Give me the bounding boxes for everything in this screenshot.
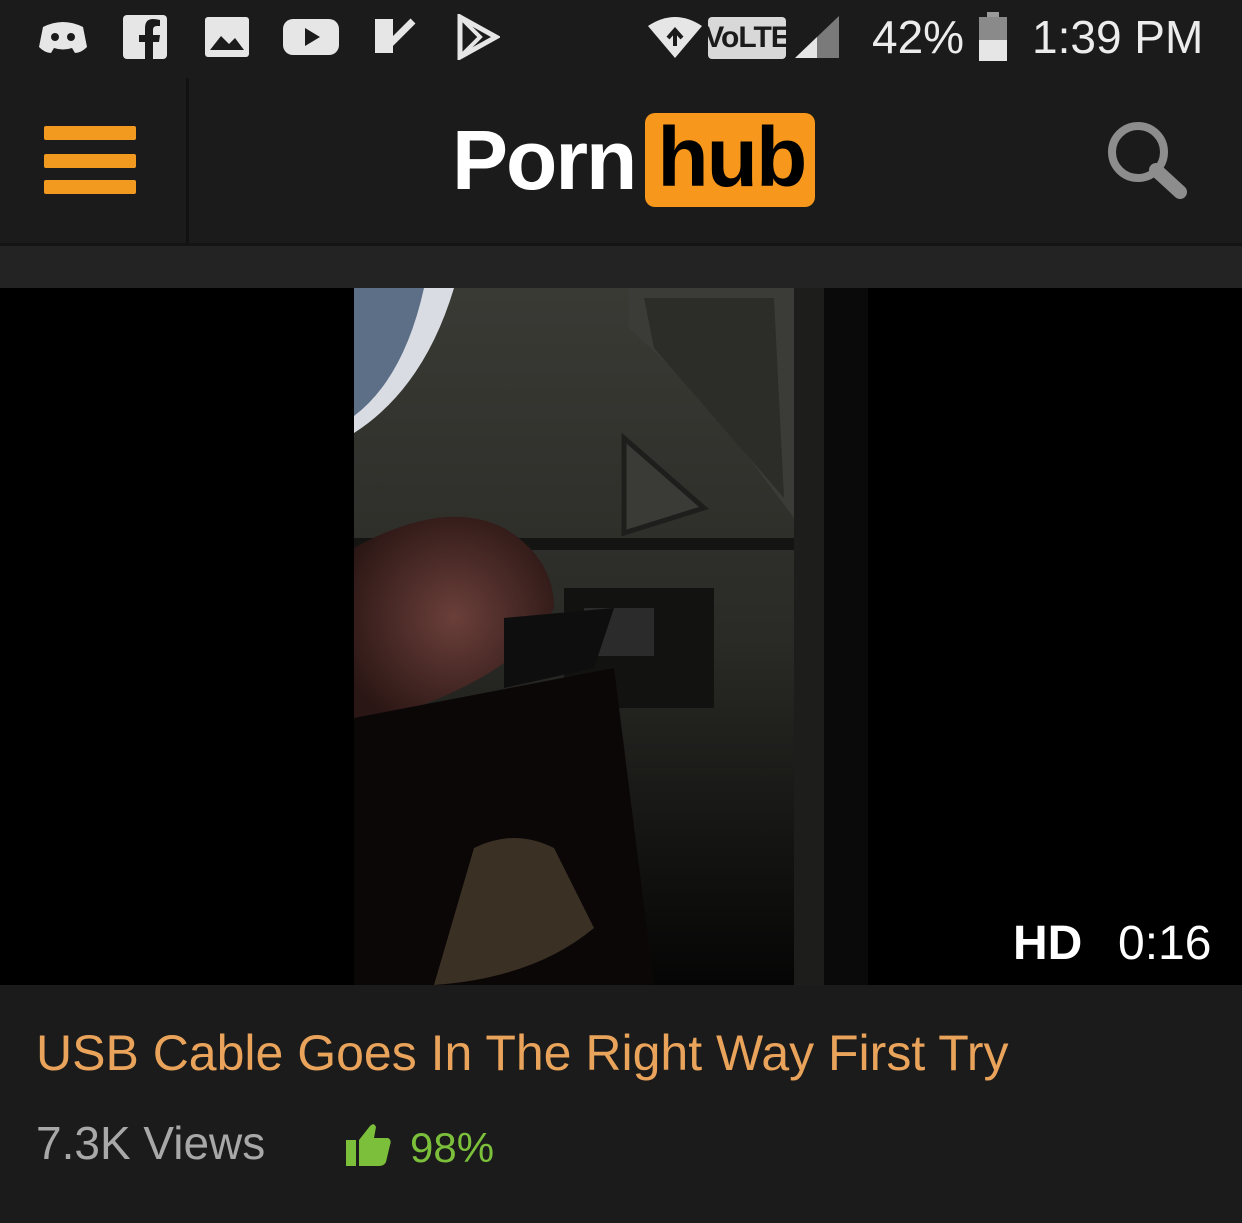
feedly-icon [370, 14, 420, 60]
thumbnail-image [354, 288, 868, 985]
video-title[interactable]: USB Cable Goes In The Right Way First Tr… [36, 1024, 1009, 1082]
logo-text-left: Porn [452, 113, 637, 207]
sub-header-bar [0, 243, 1242, 288]
app-header: Porn hub [0, 78, 1242, 243]
view-count: 7.3K Views [36, 1117, 266, 1169]
menu-button[interactable] [40, 122, 136, 198]
video-duration: 0:16 [1118, 917, 1212, 970]
battery-icon [976, 12, 1010, 61]
gallery-icon [204, 14, 250, 60]
status-bar: VoLTE 42% 1:39 PM [0, 0, 1242, 78]
rating-percent: 98% [410, 1124, 495, 1171]
clock: 1:39 PM [1032, 11, 1204, 63]
wifi-icon [646, 14, 704, 60]
facebook-icon [122, 14, 168, 60]
youtube-icon [282, 14, 340, 60]
play-store-icon [452, 14, 502, 60]
battery-percent: 42% [872, 11, 965, 63]
search-button[interactable] [1100, 116, 1196, 204]
search-icon [1108, 122, 1187, 199]
header-divider [186, 78, 189, 243]
logo-text-right: hub [645, 113, 816, 207]
video-info [0, 985, 1242, 1223]
video-thumbnail[interactable]: HD 0:16 [0, 288, 1242, 985]
signal-icon [792, 14, 842, 60]
volte-badge: VoLTE [704, 17, 791, 59]
thumbs-up-icon [346, 1122, 392, 1166]
site-logo[interactable]: Porn hub [452, 108, 816, 212]
hd-badge: HD [1013, 917, 1083, 970]
discord-icon [36, 14, 90, 60]
